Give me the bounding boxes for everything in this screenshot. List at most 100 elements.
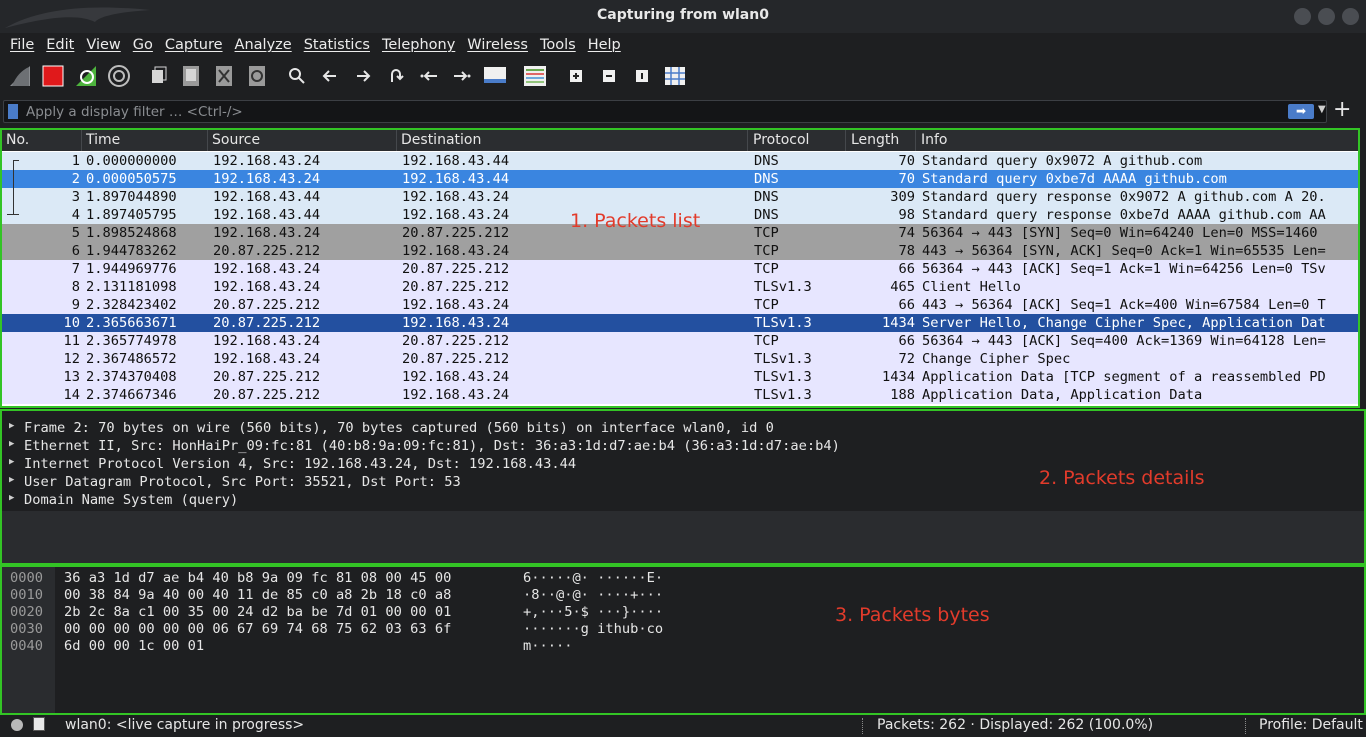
- menu-capture[interactable]: Capture: [159, 37, 229, 53]
- expand-arrow-icon[interactable]: ▶: [9, 421, 14, 431]
- zoom-normal-icon[interactable]: [630, 64, 654, 88]
- packet-cell-dst: 192.168.43.24: [402, 387, 510, 403]
- menu-file[interactable]: File: [4, 37, 40, 53]
- column-time[interactable]: Time: [82, 132, 120, 148]
- bookmark-icon[interactable]: [8, 104, 18, 119]
- packet-row[interactable]: 9 2.328423402 20.87.225.212 192.168.43.24 TC…: [2, 296, 1358, 314]
- packet-cell-time: 2.328423402: [86, 297, 177, 313]
- packet-cell-proto: TLSv1.3: [754, 387, 812, 403]
- stop-capture-icon[interactable]: [41, 64, 65, 88]
- menu-tools[interactable]: Tools: [534, 37, 582, 53]
- packet-cell-src: 192.168.43.24: [213, 261, 321, 277]
- expand-arrow-icon[interactable]: ▶: [9, 493, 14, 503]
- packets-details-annotation: 2. Packets details: [1039, 467, 1205, 489]
- detail-ethernet[interactable]: ▶ Ethernet II, Src: HonHaiPr_09:fc:81 (4…: [2, 437, 1364, 455]
- packet-cell-proto: DNS: [754, 171, 779, 187]
- packet-cell-no: 6: [71, 243, 80, 259]
- add-filter-button-icon[interactable]: +: [1333, 97, 1351, 122]
- packet-cell-info: Client Hello: [922, 279, 1021, 295]
- column-protocol[interactable]: Protocol: [749, 132, 809, 148]
- expand-arrow-icon[interactable]: ▶: [9, 439, 14, 449]
- packet-cell-len: 78: [898, 243, 915, 259]
- packet-row[interactable]: 3 1.897044890 192.168.43.44 192.168.43.24 DN…: [2, 188, 1358, 206]
- packets-count-text: Packets: 262 · Displayed: 262 (100.0%): [877, 717, 1154, 733]
- packet-row[interactable]: 10 2.365663671 20.87.225.212 192.168.43.24 T…: [2, 314, 1358, 332]
- minimize-button[interactable]: [1294, 8, 1311, 25]
- close-file-icon[interactable]: [212, 64, 236, 88]
- open-file-icon[interactable]: [146, 64, 170, 88]
- packet-cell-time: 1.944969776: [86, 261, 177, 277]
- packet-cell-info: 443 → 56364 [SYN, ACK] Seq=0 Ack=1 Win=6…: [922, 243, 1326, 259]
- display-filter-input[interactable]: [26, 102, 1276, 121]
- packet-cell-time: 0.000050575: [86, 171, 177, 187]
- bytes-row[interactable]: 0030 00 00 00 00 00 00 06 67 69 74 68 75…: [2, 621, 1364, 638]
- packet-row[interactable]: 13 2.374370408 20.87.225.212 192.168.43.24 T…: [2, 368, 1358, 386]
- go-last-icon[interactable]: [450, 64, 474, 88]
- packet-cell-src: 192.168.43.24: [213, 351, 321, 367]
- packet-row[interactable]: 6 1.944783262 20.87.225.212 192.168.43.24 TC…: [2, 242, 1358, 260]
- packet-row[interactable]: 7 1.944969776 192.168.43.24 20.87.225.212 TC…: [2, 260, 1358, 278]
- go-first-icon[interactable]: [417, 64, 441, 88]
- menu-telephony[interactable]: Telephony: [376, 37, 461, 53]
- menu-edit[interactable]: Edit: [40, 37, 80, 53]
- packet-row[interactable]: 11 2.365774978 192.168.43.24 20.87.225.212 T…: [2, 332, 1358, 350]
- go-to-packet-icon[interactable]: [384, 64, 408, 88]
- menu-help[interactable]: Help: [582, 37, 627, 53]
- packet-row[interactable]: 1 0.000000000 192.168.43.24 192.168.43.44 DN…: [2, 152, 1358, 170]
- column-no[interactable]: No.: [2, 132, 29, 148]
- column-info[interactable]: Info: [917, 132, 948, 148]
- packet-cell-time: 2.367486572: [86, 351, 177, 367]
- capture-options-icon[interactable]: [107, 64, 131, 88]
- save-file-icon[interactable]: [179, 64, 203, 88]
- capture-comment-icon[interactable]: [33, 717, 45, 731]
- packet-row[interactable]: 14 2.374667346 20.87.225.212 192.168.43.24 T…: [2, 386, 1358, 404]
- zoom-out-icon[interactable]: [597, 64, 621, 88]
- expand-arrow-icon[interactable]: ▶: [9, 457, 14, 467]
- packet-cell-src: 192.168.43.24: [213, 153, 321, 169]
- bytes-row[interactable]: 0020 2b 2c 8a c1 00 35 00 24 d2 ba be 7d…: [2, 604, 1364, 621]
- close-button[interactable]: [1342, 8, 1359, 25]
- profile-selector[interactable]: Profile: Default: [1259, 717, 1363, 733]
- menu-statistics[interactable]: Statistics: [298, 37, 376, 53]
- column-destination[interactable]: Destination: [397, 132, 481, 148]
- bytes-row[interactable]: 0040 6d 00 00 1c 00 01 m·····: [2, 638, 1364, 655]
- detail-dns[interactable]: ▶ Domain Name System (query): [2, 491, 1364, 509]
- column-length[interactable]: Length: [847, 132, 899, 148]
- expand-arrow-icon[interactable]: ▶: [9, 475, 14, 485]
- menu-view[interactable]: View: [80, 37, 126, 53]
- resize-columns-icon[interactable]: [663, 64, 687, 88]
- packet-row[interactable]: 12 2.367486572 192.168.43.24 20.87.225.212 T…: [2, 350, 1358, 368]
- packet-row[interactable]: 2 0.000050575 192.168.43.24 192.168.43.44 DN…: [2, 170, 1358, 188]
- maximize-button[interactable]: [1318, 8, 1335, 25]
- menu-go[interactable]: Go: [127, 37, 159, 53]
- column-source[interactable]: Source: [208, 132, 260, 148]
- restart-capture-icon[interactable]: [74, 64, 98, 88]
- detail-frame[interactable]: ▶ Frame 2: 70 bytes on wire (560 bits), …: [2, 419, 1364, 437]
- chevron-down-icon[interactable]: ▼: [1318, 104, 1326, 115]
- menu-analyze[interactable]: Analyze: [229, 37, 298, 53]
- go-back-icon[interactable]: [318, 64, 342, 88]
- packet-cell-proto: TLSv1.3: [754, 315, 812, 331]
- menu-wireless[interactable]: Wireless: [461, 37, 534, 53]
- packet-cell-len: 72: [898, 351, 915, 367]
- packet-cell-len: 66: [898, 261, 915, 277]
- status-bar: wlan0: <live capture in progress> Packet…: [0, 715, 1366, 737]
- packet-cell-no: 10: [63, 315, 80, 331]
- packet-list-scrollbar[interactable]: [1358, 130, 1360, 406]
- bytes-row[interactable]: 0000 36 a3 1d d7 ae b4 40 b8 9a 09 fc 81…: [2, 570, 1364, 587]
- apply-filter-arrow-icon[interactable]: ➡: [1288, 104, 1314, 119]
- packets-bytes-annotation: 3. Packets bytes: [835, 604, 990, 626]
- expert-info-icon[interactable]: [11, 719, 23, 731]
- packet-cell-no: 12: [63, 351, 80, 367]
- go-forward-icon[interactable]: [351, 64, 375, 88]
- start-capture-icon[interactable]: [8, 64, 32, 88]
- bytes-row[interactable]: 0010 00 38 84 9a 40 00 40 11 de 85 c0 a8…: [2, 587, 1364, 604]
- packet-row[interactable]: 8 2.131181098 192.168.43.24 20.87.225.212 TL…: [2, 278, 1358, 296]
- zoom-in-icon[interactable]: [564, 64, 588, 88]
- reload-file-icon[interactable]: [245, 64, 269, 88]
- capture-status-text: wlan0: <live capture in progress>: [65, 717, 305, 733]
- packet-cell-len: 1434: [882, 369, 915, 385]
- auto-scroll-icon[interactable]: [483, 64, 507, 88]
- colorize-icon[interactable]: [523, 64, 547, 88]
- find-packet-icon[interactable]: [285, 64, 309, 88]
